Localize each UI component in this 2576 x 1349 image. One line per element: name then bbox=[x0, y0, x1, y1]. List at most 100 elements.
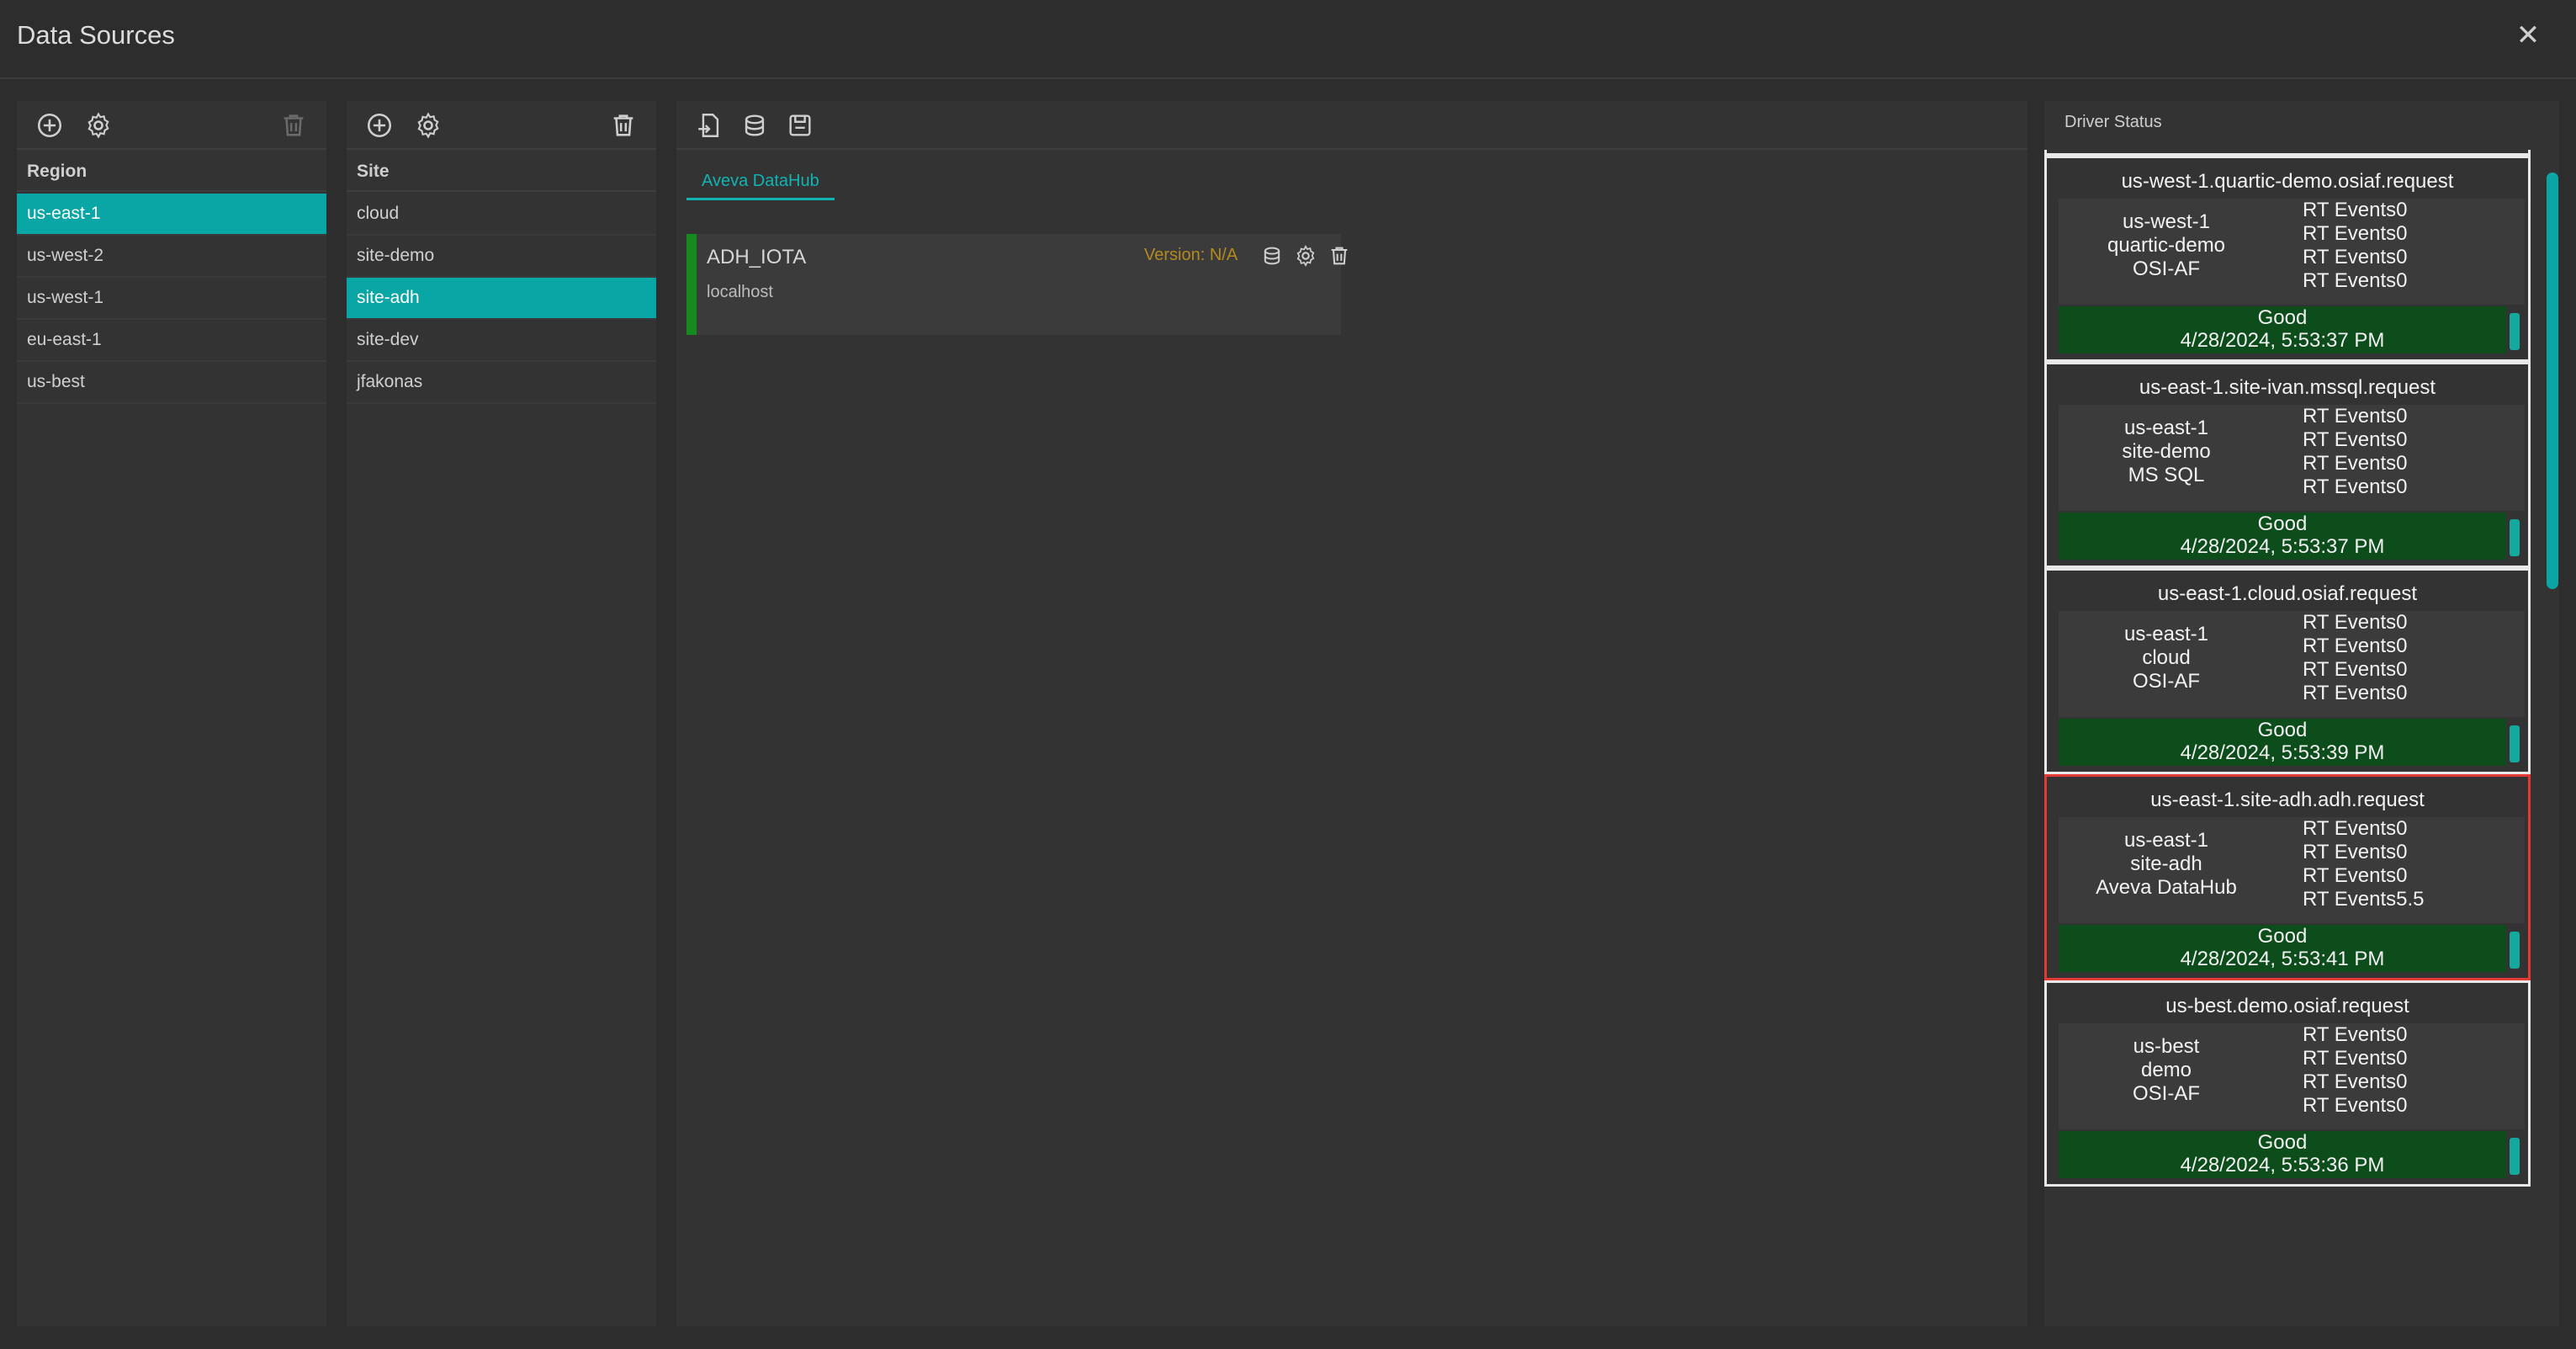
driver-status-text: Good bbox=[2257, 513, 2308, 535]
region-item-label: us-east-1 bbox=[27, 204, 101, 223]
site-item[interactable]: site-adh bbox=[347, 278, 656, 320]
title-bar: Data Sources ✕ bbox=[0, 0, 2576, 79]
region-list: us-east-1 us-west-2 us-west-1 eu-east-1 … bbox=[17, 194, 326, 404]
driver-region: us-east-1 bbox=[2123, 829, 2209, 852]
driver-status-text: Good bbox=[2257, 719, 2308, 741]
site-toolbar bbox=[347, 101, 656, 150]
driver-events: RT Events0 RT Events0 RT Events0 RT Events0 bbox=[2303, 1023, 2408, 1118]
driver-status-badge: Good 4/28/2024, 5:53:41 PM bbox=[2059, 925, 2506, 972]
gear-icon[interactable] bbox=[1294, 244, 1317, 268]
region-item-label: us-west-2 bbox=[27, 246, 104, 265]
connection-host: localhost bbox=[707, 283, 773, 301]
driver-status-card: us-east-1.cloud.osiaf.request us-east-1 cl… bbox=[2044, 568, 2531, 774]
trash-icon[interactable] bbox=[609, 111, 638, 140]
driver-status-badge: Good 4/28/2024, 5:53:36 PM bbox=[2059, 1131, 2506, 1178]
save-icon[interactable] bbox=[786, 111, 814, 140]
site-column-header: Site bbox=[347, 151, 656, 192]
driver-type: OSI-AF bbox=[2132, 258, 2200, 280]
driver-meta: us-west-1 quartic-demo OSI-AF bbox=[2059, 210, 2274, 281]
database-icon[interactable] bbox=[1260, 244, 1284, 268]
add-region-icon[interactable] bbox=[35, 111, 64, 140]
site-item-label: site-dev bbox=[357, 330, 419, 349]
driver-status-badge: Good 4/28/2024, 5:53:37 PM bbox=[2059, 306, 2506, 353]
driver-site: quartic-demo bbox=[2107, 234, 2226, 257]
driver-event-line: RT Events0 bbox=[2303, 428, 2408, 451]
driver-status-indicator bbox=[2510, 932, 2520, 969]
driver-event-line: RT Events0 bbox=[2303, 246, 2408, 268]
driver-event-line: RT Events0 bbox=[2303, 841, 2408, 863]
region-item[interactable]: eu-east-1 bbox=[17, 320, 326, 362]
driver-status-time: 4/28/2024, 5:53:39 PM bbox=[2180, 741, 2385, 764]
driver-site: site-adh bbox=[2130, 852, 2202, 875]
driver-region: us-west-1 bbox=[2122, 210, 2211, 233]
add-site-icon[interactable] bbox=[365, 111, 394, 140]
driver-name: us-east-1.cloud.osiaf.request bbox=[2157, 582, 2418, 605]
driver-event-line: RT Events0 bbox=[2303, 682, 2408, 704]
site-item[interactable]: jfakonas bbox=[347, 362, 656, 404]
driver-event-line: RT Events5.5 bbox=[2303, 888, 2425, 911]
trash-icon[interactable] bbox=[1328, 244, 1351, 268]
database-icon[interactable] bbox=[740, 111, 769, 140]
driver-event-line: RT Events0 bbox=[2303, 658, 2408, 681]
region-item-label: eu-east-1 bbox=[27, 330, 102, 349]
file-export-icon[interactable] bbox=[695, 111, 724, 140]
site-list: cloud site-demo site-adh site-dev jfakon… bbox=[347, 194, 656, 404]
driver-name: us-east-1.site-ivan.mssql.request bbox=[2139, 376, 2436, 399]
close-icon[interactable]: ✕ bbox=[2511, 19, 2545, 52]
region-settings-gear-icon[interactable] bbox=[84, 111, 113, 140]
region-item[interactable]: us-west-2 bbox=[17, 236, 326, 278]
driver-meta: us-east-1 site-demo MS SQL bbox=[2059, 417, 2274, 487]
driver-status-badge: Good 4/28/2024, 5:53:37 PM bbox=[2059, 513, 2506, 560]
driver-meta: us-east-1 site-adh Aveva DataHub bbox=[2059, 829, 2274, 900]
region-item[interactable]: us-east-1 bbox=[17, 194, 326, 236]
driver-type: MS SQL bbox=[2128, 464, 2205, 486]
driver-event-line: RT Events0 bbox=[2303, 635, 2408, 657]
driver-type: OSI-AF bbox=[2132, 670, 2200, 693]
driver-status-text: Good bbox=[2257, 306, 2308, 329]
driver-status-card: us-east-1.site-adh.adh.request us-east-1 s… bbox=[2044, 774, 2531, 980]
driver-name: us-west-1.quartic-demo.osiaf.request bbox=[2121, 170, 2454, 193]
driver-event-line: RT Events0 bbox=[2303, 199, 2408, 221]
driver-status-indicator bbox=[2510, 519, 2520, 556]
tab-aveva-datahub[interactable]: Aveva DataHub bbox=[686, 162, 835, 200]
trash-icon[interactable] bbox=[279, 111, 308, 140]
driver-status-text: Good bbox=[2257, 925, 2308, 948]
driver-details: us-east-1 site-adh Aveva DataHub RT Events0… bbox=[2059, 817, 2525, 923]
driver-event-line: RT Events0 bbox=[2303, 452, 2408, 475]
region-item[interactable]: us-west-1 bbox=[17, 278, 326, 320]
driver-region: us-east-1 bbox=[2123, 623, 2209, 645]
driver-status-card: us-best.demo.osiaf.request us-best demo OSI… bbox=[2044, 980, 2531, 1187]
region-panel: Region us-east-1 us-west-2 us-west-1 eu-… bbox=[17, 101, 326, 1326]
connection-version: Version: N/A bbox=[1144, 246, 1238, 264]
driver-name: us-east-1.site-adh.adh.request bbox=[2150, 789, 2425, 811]
connection-card[interactable]: ADH_IOTA localhost Version: N/A bbox=[686, 234, 1348, 335]
driver-details: us-west-1 quartic-demo OSI-AF RT Events0 RT … bbox=[2059, 199, 2525, 305]
driver-event-line: RT Events0 bbox=[2303, 405, 2408, 428]
driver-event-line: RT Events0 bbox=[2303, 1094, 2408, 1117]
driver-details: us-best demo OSI-AF RT Events0 RT Events0 RT … bbox=[2059, 1023, 2525, 1129]
driver-scrollbar-thumb[interactable] bbox=[2547, 173, 2558, 589]
site-panel: Site cloud site-demo site-adh site-dev j… bbox=[347, 101, 656, 1326]
driver-status-card: us-west-1.quartic-demo.osiaf.request us-w… bbox=[2044, 156, 2531, 362]
site-header-label: Site bbox=[357, 162, 390, 181]
region-column-header: Region bbox=[17, 151, 326, 192]
driver-status-badge: Good 4/28/2024, 5:53:39 PM bbox=[2059, 719, 2506, 766]
driver-status-list: RT Events0RT Events0RT Events0RT Events0… bbox=[2044, 150, 2559, 1187]
site-item-label: jfakonas bbox=[357, 372, 423, 391]
driver-type: OSI-AF bbox=[2132, 1082, 2200, 1105]
driver-event-line: RT Events0 bbox=[2303, 1023, 2408, 1046]
site-item[interactable]: site-dev bbox=[347, 320, 656, 362]
site-item[interactable]: site-demo bbox=[347, 236, 656, 278]
site-item-label: site-demo bbox=[357, 246, 435, 265]
site-settings-gear-icon[interactable] bbox=[414, 111, 443, 140]
site-item-label: cloud bbox=[357, 204, 400, 223]
region-item[interactable]: us-best bbox=[17, 362, 326, 404]
driver-region: us-east-1 bbox=[2123, 417, 2209, 439]
driver-type: Aveva DataHub bbox=[2096, 876, 2237, 899]
driver-status-time: 4/28/2024, 5:53:37 PM bbox=[2180, 329, 2385, 352]
driver-meta: us-east-1 cloud OSI-AF bbox=[2059, 623, 2274, 693]
driver-event-line: RT Events0 bbox=[2303, 222, 2408, 245]
driver-events: RT Events0 RT Events0 RT Events0 RT Events0 bbox=[2303, 611, 2408, 705]
driver-status-scroll-area[interactable]: RT Events0RT Events0RT Events0RT Events0… bbox=[2044, 150, 2559, 1326]
site-item[interactable]: cloud bbox=[347, 194, 656, 236]
